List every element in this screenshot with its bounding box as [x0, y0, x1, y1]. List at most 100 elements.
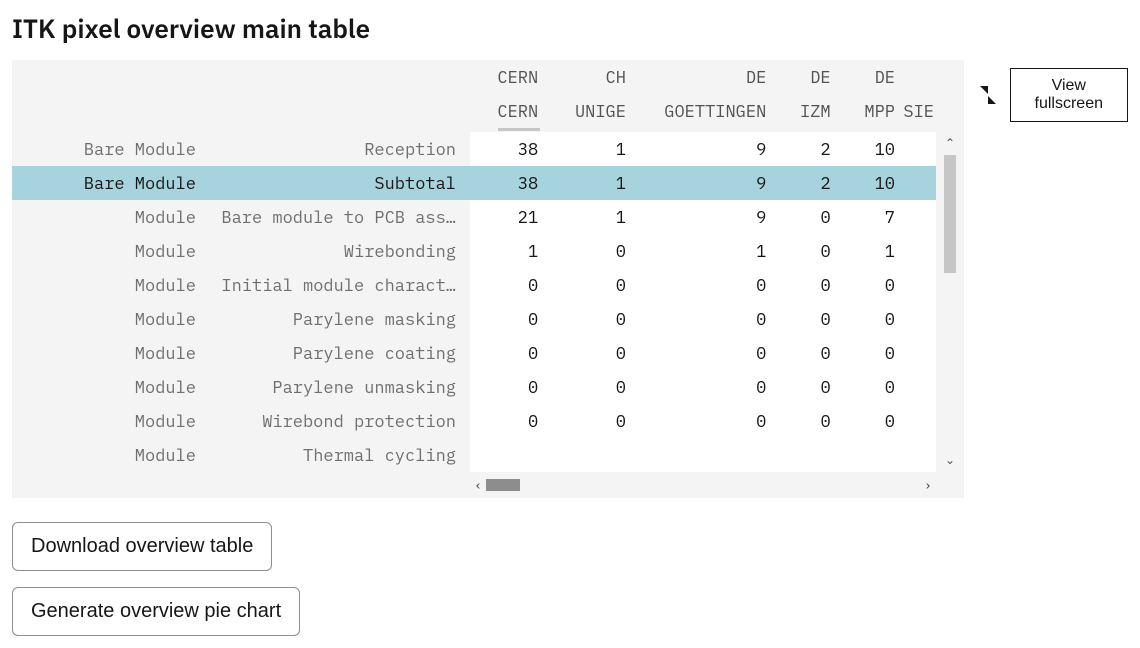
- data-cell: 9: [628, 206, 768, 228]
- column-header[interactable]: IZM: [768, 100, 832, 122]
- row-step: Reception: [204, 138, 464, 160]
- data-cell: 10: [833, 172, 897, 194]
- data-cell: 0: [540, 376, 628, 398]
- data-cell: 0: [470, 308, 540, 330]
- data-cell: 9: [628, 172, 768, 194]
- data-cell: 0: [628, 410, 768, 432]
- row-step: Bare module to PCB ass…: [204, 206, 464, 228]
- data-cell: 0: [768, 410, 832, 432]
- row-step: Wirebonding: [204, 240, 464, 262]
- row-step: Parylene masking: [204, 308, 464, 330]
- data-cell: 7: [833, 206, 897, 228]
- row-category: Bare Module: [12, 172, 204, 194]
- row-category: Module: [12, 308, 204, 330]
- table-row-data: 3819210: [470, 166, 936, 200]
- table-row-data: 10101: [470, 234, 936, 268]
- data-cell: 0: [470, 376, 540, 398]
- data-cell: 0: [833, 274, 897, 296]
- data-cell: 38: [470, 138, 540, 160]
- table-row-labels: Bare ModuleSubtotal: [12, 166, 470, 200]
- generate-pie-chart-button[interactable]: Generate overview pie chart: [12, 587, 300, 636]
- column-header[interactable]: GOETTINGEN: [628, 100, 768, 122]
- column-header[interactable]: MPP: [833, 100, 897, 122]
- data-cell: 0: [470, 274, 540, 296]
- data-cell: 0: [628, 274, 768, 296]
- row-step: Initial module charact…: [204, 274, 464, 296]
- table-row-data: 00000: [470, 268, 936, 302]
- table-row-labels: ModuleParylene unmasking: [12, 370, 470, 404]
- scroll-left-icon[interactable]: ‹: [470, 476, 486, 494]
- row-category: Module: [12, 410, 204, 432]
- table-row-labels: Bare ModuleReception: [12, 132, 470, 166]
- data-cell: 0: [540, 274, 628, 296]
- data-cell: 1: [540, 172, 628, 194]
- data-cell: 1: [540, 138, 628, 160]
- data-cell: 0: [628, 342, 768, 364]
- column-header[interactable]: DE: [628, 66, 768, 88]
- table-row-data: 211907: [470, 200, 936, 234]
- data-cell: 2: [768, 172, 832, 194]
- column-header[interactable]: CERN: [470, 66, 540, 88]
- horizontal-scroll-thumb[interactable]: [486, 479, 520, 491]
- row-category: Module: [12, 444, 204, 466]
- row-category: Module: [12, 274, 204, 296]
- row-step: Thermal cycling: [204, 444, 464, 466]
- download-overview-button[interactable]: Download overview table: [12, 522, 272, 571]
- overview-table: Bare ModuleReceptionBare ModuleSubtotalM…: [12, 60, 964, 498]
- data-cell: 0: [833, 410, 897, 432]
- data-cell: 2: [768, 138, 832, 160]
- column-header[interactable]: SIE: [897, 100, 936, 122]
- table-row-data: 00000: [470, 370, 936, 404]
- scroll-right-icon[interactable]: ›: [920, 476, 936, 494]
- table-row-data: 00000: [470, 302, 936, 336]
- column-header[interactable]: DE: [833, 66, 897, 88]
- column-header[interactable]: DE: [768, 66, 832, 88]
- data-cell: 1: [470, 240, 540, 262]
- data-cell: 0: [833, 308, 897, 330]
- data-cell: 38: [470, 172, 540, 194]
- data-cell: 1: [628, 240, 768, 262]
- data-cell: 0: [540, 240, 628, 262]
- table-row-data: 00000: [470, 404, 936, 438]
- data-cell: 1: [833, 240, 897, 262]
- table-row-labels: ModuleWirebonding: [12, 234, 470, 268]
- data-cell: 0: [540, 308, 628, 330]
- data-cell: 0: [833, 342, 897, 364]
- data-cell: 0: [768, 342, 832, 364]
- table-row-labels: ModuleWirebond protection: [12, 404, 470, 438]
- vertical-scrollbar[interactable]: ⌃ ⌄: [936, 60, 964, 472]
- data-cell: 9: [628, 138, 768, 160]
- page-title: ITK pixel overview main table: [12, 12, 1128, 46]
- data-cell: 10: [833, 138, 897, 160]
- column-header[interactable]: CH: [540, 66, 628, 88]
- horizontal-scrollbar[interactable]: ‹ ›: [12, 472, 964, 498]
- table-row-data: 00000: [470, 336, 936, 370]
- row-step: Wirebond protection: [204, 410, 464, 432]
- view-fullscreen-button[interactable]: View fullscreen: [1010, 68, 1128, 122]
- scroll-up-icon[interactable]: ⌃: [945, 132, 955, 155]
- table-row-data: [470, 438, 936, 472]
- column-header[interactable]: CERN: [470, 100, 540, 122]
- data-cell: 0: [768, 206, 832, 228]
- scroll-down-icon[interactable]: ⌄: [945, 449, 955, 472]
- row-category: Module: [12, 240, 204, 262]
- table-row-data: 3819210: [470, 132, 936, 166]
- table-row-labels: ModuleThermal cycling: [12, 438, 470, 472]
- table-row-labels: ModuleInitial module charact…: [12, 268, 470, 302]
- row-category: Module: [12, 376, 204, 398]
- data-cell: 21: [470, 206, 540, 228]
- data-cell: 0: [768, 274, 832, 296]
- row-step: Parylene coating: [204, 342, 464, 364]
- data-cell: 0: [470, 342, 540, 364]
- fullscreen-icon[interactable]: [980, 86, 996, 104]
- column-header[interactable]: UNIGE: [540, 100, 628, 122]
- data-cell: 0: [628, 308, 768, 330]
- data-cell: 1: [540, 206, 628, 228]
- data-cell: 0: [768, 376, 832, 398]
- data-cell: 0: [833, 376, 897, 398]
- data-cell: 0: [768, 240, 832, 262]
- data-cell: 0: [540, 410, 628, 432]
- row-step: Parylene unmasking: [204, 376, 464, 398]
- data-cell: 0: [768, 308, 832, 330]
- vertical-scroll-thumb[interactable]: [944, 155, 956, 273]
